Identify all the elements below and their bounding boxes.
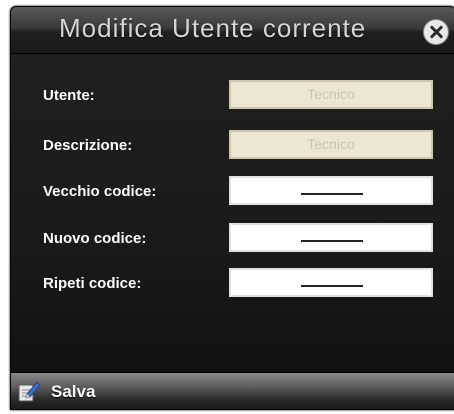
new-code-label: Nuovo codice: <box>43 230 147 247</box>
dialog-title: Modifica Utente corrente <box>59 13 367 43</box>
repeat-code-label: Ripeti codice: <box>43 275 142 292</box>
new-code-input[interactable] <box>229 223 433 252</box>
description-field: Tecnico <box>229 130 433 159</box>
old-code-label: Vecchio codice: <box>43 183 157 200</box>
user-field: Tecnico <box>229 80 433 109</box>
close-icon[interactable] <box>423 19 449 45</box>
bottom-toolbar: Salva <box>11 372 454 409</box>
form-body: Utente: Tecnico Descrizione: Tecnico Vec… <box>11 54 454 372</box>
title-bar[interactable]: Modifica Utente corrente <box>11 7 454 54</box>
description-label: Descrizione: <box>43 137 133 154</box>
save-button[interactable]: Salva <box>17 377 137 405</box>
save-label: Salva <box>51 382 96 401</box>
password-mask <box>301 240 363 242</box>
password-mask <box>301 193 363 195</box>
user-label: Utente: <box>43 87 95 104</box>
edit-user-dialog: Modifica Utente corrente Utente: Tecnico… <box>10 6 454 410</box>
password-mask <box>301 285 363 287</box>
edit-pencil-icon <box>18 381 41 402</box>
old-code-input[interactable] <box>229 176 433 205</box>
repeat-code-input[interactable] <box>229 268 433 297</box>
